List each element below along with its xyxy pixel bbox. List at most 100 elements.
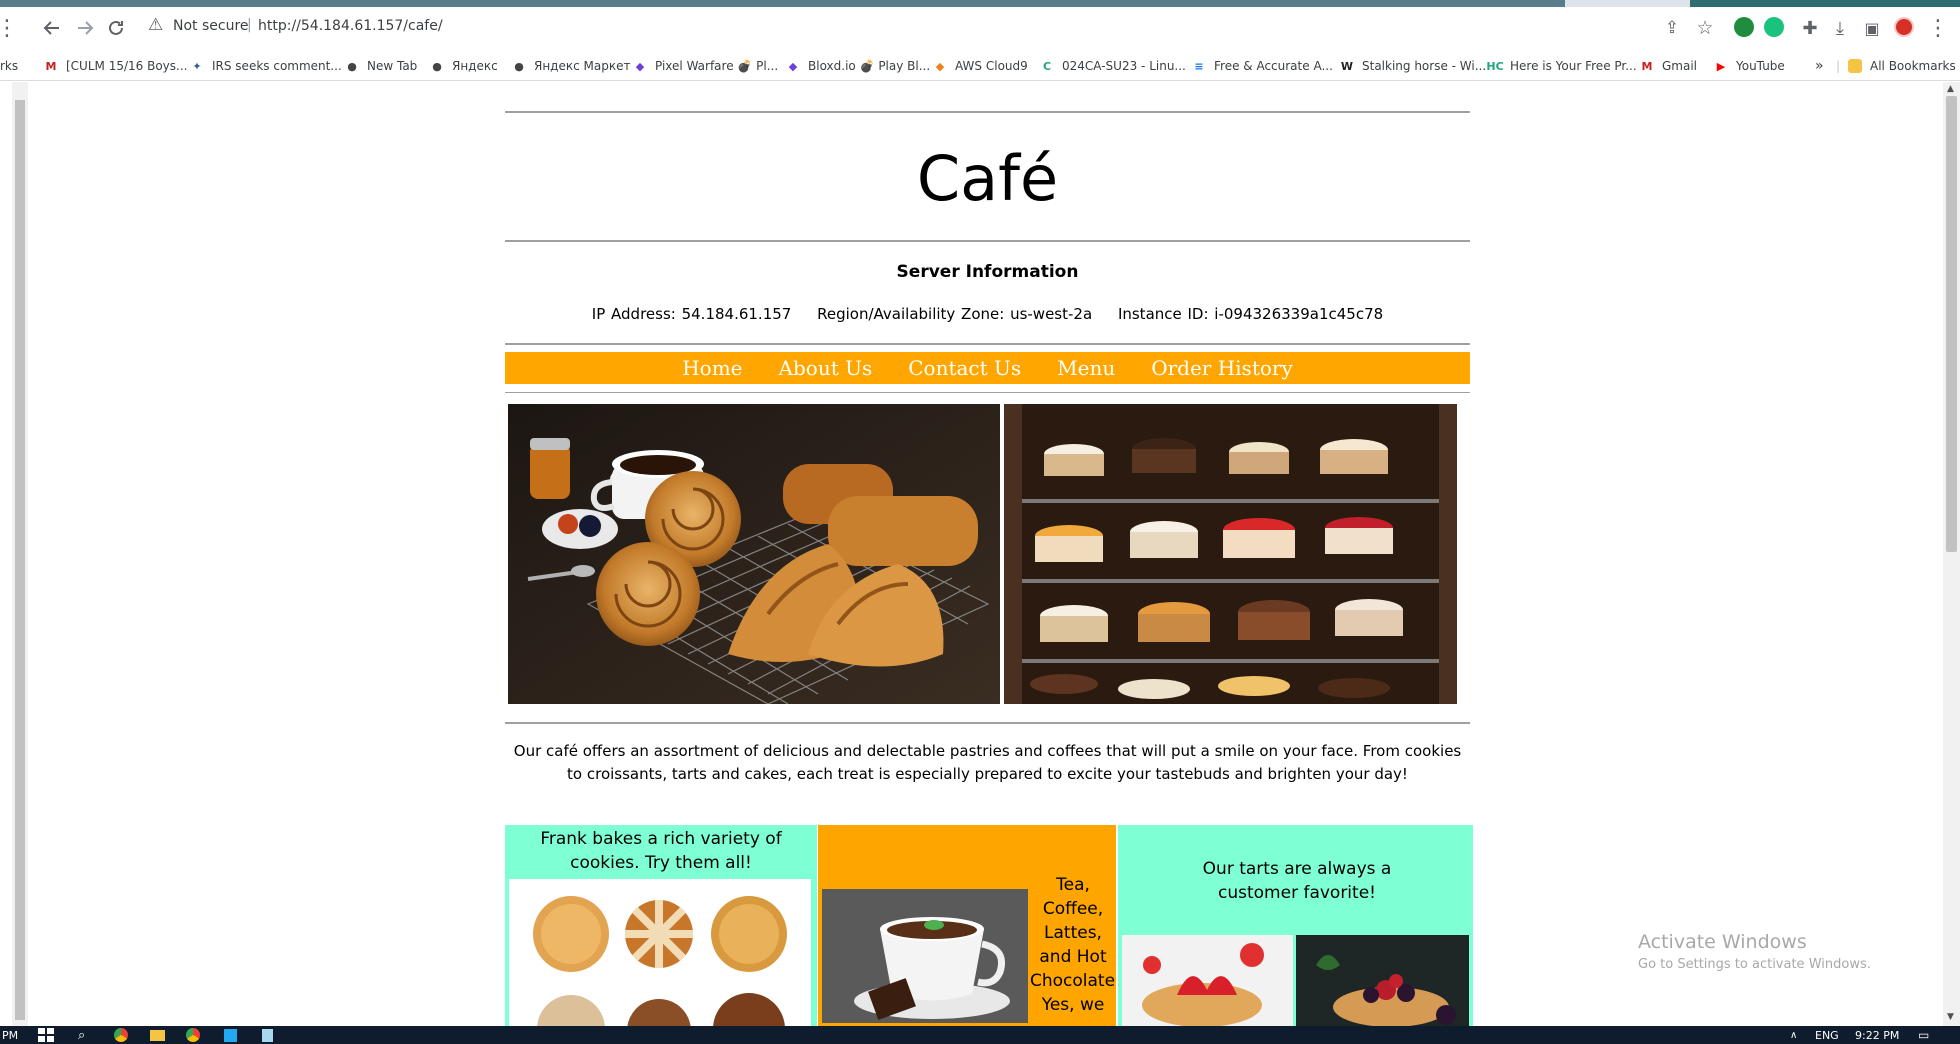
forward-button[interactable] [70,13,100,43]
divider [505,240,1470,242]
cake-display-image [1004,404,1457,704]
extension-grammarly-icon[interactable] [1734,17,1754,37]
left-scrollbar-thumb[interactable] [15,100,25,1020]
page-scrollbar[interactable]: ▲ ▼ [1943,82,1960,1026]
omnibox-divider: | [247,17,252,33]
divider [505,343,1470,345]
divider [505,722,1470,724]
left-scrollbar[interactable] [12,82,28,1026]
bookmark-item[interactable]: HC Here is Your Free Pr... [1486,57,1637,75]
extensions-puzzle-icon[interactable]: ✚ [1795,13,1825,43]
scroll-down-icon[interactable]: ▼ [1947,1012,1954,1022]
nav-about-us[interactable]: About Us [779,356,873,380]
download-icon[interactable]: ⤓ [1825,13,1855,43]
nav-home[interactable]: Home [682,356,742,380]
bookmark-label: Яндекс Маркет [534,59,631,73]
more-bookmarks-button[interactable]: » [1815,57,1824,75]
notepad-icon[interactable] [262,1028,273,1042]
all-bookmarks-label: All Bookmarks [1870,59,1956,73]
doc-icon: ≡ [1194,59,1204,73]
bookmark-item[interactable]: ◆ Pixel Warfare 💣 Pl... [633,57,778,75]
cookies-image [509,879,811,1026]
nav-menu[interactable]: Menu [1057,356,1115,380]
chrome-taskbar-icon[interactable] [114,1028,128,1042]
hc-icon: HC [1486,59,1504,73]
bookmark-item[interactable]: ✦ IRS seeks comment... [190,57,342,75]
bookmark-label: Here is Your Free Pr... [1510,59,1637,73]
cookies-caption: Frank bakes a rich variety of cookies. T… [540,829,782,873]
bookmark-item[interactable]: ● New Tab [345,57,417,75]
server-info-heading: Server Information [896,262,1079,282]
nav-order-history[interactable]: Order History [1151,356,1293,380]
globe-icon: ● [347,59,357,73]
bookmark-label: Pixel Warfare 💣 Pl... [655,59,779,73]
globe-icon: ● [514,59,524,73]
bookmark-item[interactable]: M [CULM 15/16 Boys... [44,57,188,75]
bookmark-label: IRS seeks comment... [212,59,342,73]
ip-address: IP Address: 54.184.61.157 [591,305,792,323]
divider [505,111,1470,113]
profile-avatar[interactable] [1894,17,1914,37]
youtube-icon: ▶ [1716,59,1726,73]
site-title: Café [916,142,1059,215]
nav-contact-us[interactable]: Contact Us [908,356,1021,380]
web-page: Café Server Information IP Address: 54.1… [28,82,1943,1026]
security-label[interactable]: Not secure [173,18,249,34]
scroll-up-icon[interactable]: ▲ [1947,84,1954,94]
share-icon[interactable]: ⇪ [1657,13,1687,43]
server-info-row: IP Address: 54.184.61.157 Region/Availab… [505,305,1470,323]
bookmark-star-icon[interactable]: ☆ [1690,13,1720,43]
show-hidden-icons[interactable]: ∧ [1790,1028,1797,1042]
vscode-icon[interactable] [224,1028,237,1042]
bookmarks-overflow-left[interactable]: rks [0,57,18,75]
bookmark-label: Gmail [1662,59,1698,73]
menu-dots-icon[interactable]: ⋮ [0,13,22,43]
bookmark-item[interactable]: ● Яндекс Маркет [512,57,630,75]
back-button[interactable] [37,13,67,43]
bookmark-label: 024CA-SU23 - Linu... [1062,59,1186,73]
bookmarks-divider: | [1836,59,1841,73]
bookmark-item[interactable]: ● Яндекс [430,57,498,75]
language-indicator[interactable]: ENG [1815,1028,1839,1042]
bookmark-label: AWS Cloud9 [955,59,1028,73]
other-tab-edge[interactable] [1690,0,1960,7]
bookmark-label: Stalking horse - Wi... [1362,59,1487,73]
bookmark-item[interactable]: C 024CA-SU23 - Linu... [1040,57,1186,75]
bookmark-item[interactable]: M Gmail [1640,57,1698,75]
site-nav: Home About Us Contact Us Menu Order Hist… [505,352,1470,384]
page-scrollbar-thumb[interactable] [1946,96,1957,552]
cafe-description: Our café offers an assortment of delicio… [513,742,1462,783]
bookmark-item[interactable]: ◆ Bloxd.io 💣 Play Bl... [786,57,930,75]
bookmark-item[interactable]: W Stalking horse - Wi... [1340,57,1486,75]
active-tab-edge[interactable] [0,0,1565,7]
address-bar[interactable]: ⚠ Not secure | http://54.184.61.157/cafe… [140,12,1710,44]
bookmark-label: YouTube [1736,59,1785,73]
bookmark-item[interactable]: ▶ YouTube [1714,57,1785,75]
extension-chatgpt-icon[interactable] [1764,17,1784,37]
taskbar-time[interactable]: 9:22 PM [1855,1028,1899,1042]
browser-toolbar: ⋮ ⚠ Not secure | http://54.184.61.157/ca… [0,7,1960,49]
start-button[interactable] [38,1028,54,1042]
windows-logo-icon [38,1028,54,1042]
irs-icon: ✦ [192,59,202,73]
divider [505,392,1470,393]
bookmark-item[interactable]: ≡ Free & Accurate A... [1192,57,1333,75]
side-panel-icon[interactable]: ▣ [1857,13,1887,43]
bookmark-label: New Tab [367,59,418,73]
windows-taskbar: PM ⌕ ∧ ENG 9:22 PM ▭ [0,1026,1960,1044]
file-explorer-icon[interactable] [150,1028,165,1042]
url-text[interactable]: http://54.184.61.157/cafe/ [258,18,443,34]
instance-id: Instance ID: i-094326339a1c45c78 [1117,305,1384,323]
search-icon[interactable]: ⌕ [78,1028,85,1043]
shield-icon: ◆ [635,59,645,73]
warning-icon[interactable]: ⚠ [148,15,163,35]
tab-strip [0,0,1960,7]
notifications-icon[interactable]: ▭ [1918,1028,1929,1042]
chrome-active-taskbar-icon[interactable] [186,1028,200,1042]
pastries-image [508,404,1000,704]
bookmark-item[interactable]: ◆ AWS Cloud9 [933,57,1028,75]
reload-button[interactable] [101,13,131,43]
drinks-panel: Tea, Coffee, Lattes, and Hot Chocolate. … [818,825,1116,1026]
all-bookmarks-button[interactable]: All Bookmarks [1848,57,1956,75]
browser-menu-icon[interactable]: ⋮ [1923,13,1953,43]
